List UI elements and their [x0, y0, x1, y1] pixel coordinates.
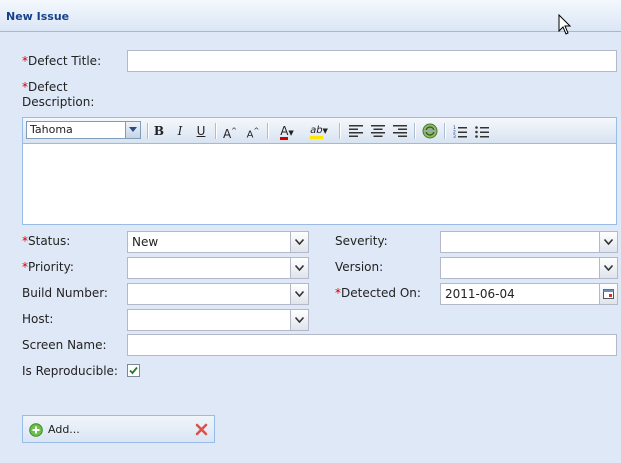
align-right-icon — [393, 125, 407, 137]
chevron-down-icon — [295, 239, 304, 245]
status-label: *Status: — [22, 234, 71, 248]
priority-label: *Priority: — [22, 260, 74, 274]
version-dropdown-trigger[interactable] — [599, 258, 617, 278]
status-select[interactable]: New — [127, 231, 309, 253]
status-dropdown-trigger[interactable] — [290, 232, 308, 252]
severity-label: Severity: — [335, 234, 388, 248]
screen-name-label: Screen Name: — [22, 338, 107, 352]
editor-toolbar: Tahoma B I U A^ A^ A▼ ab▼ 1 2 3 — [23, 118, 616, 144]
align-left-button[interactable] — [347, 122, 365, 140]
build-number-label: Build Number: — [22, 286, 108, 300]
panel-header: New Issue — [0, 0, 621, 35]
chevron-down-icon — [604, 265, 613, 271]
date-picker-trigger[interactable] — [599, 284, 617, 304]
defect-description-label: *Defect Description: — [22, 80, 95, 109]
build-number-select[interactable] — [127, 283, 309, 305]
severity-select[interactable] — [440, 231, 618, 253]
ordered-list-icon: 1 2 3 — [453, 125, 467, 140]
ordered-list-button[interactable]: 1 2 3 — [451, 122, 469, 140]
insert-link-button[interactable] — [421, 122, 439, 140]
detected-on-label: *Detected On: — [335, 286, 421, 300]
highlight-color-button[interactable]: ab▼ — [305, 122, 333, 140]
screen-name-input[interactable] — [127, 334, 617, 356]
panel-title: New Issue — [6, 10, 70, 23]
chevron-down-icon — [604, 239, 613, 245]
is-reproducible-checkbox[interactable] — [127, 364, 140, 377]
host-label: Host: — [22, 312, 54, 326]
version-label: Version: — [335, 260, 384, 274]
delete-icon[interactable] — [195, 423, 208, 436]
grow-font-button[interactable]: A^ — [221, 122, 239, 141]
font-color-button[interactable]: A▼ — [274, 122, 300, 140]
defect-title-input[interactable] — [127, 50, 617, 72]
toolbar-separator — [147, 123, 149, 139]
align-center-icon — [371, 125, 385, 137]
shrink-font-button[interactable]: A^ — [244, 122, 262, 140]
priority-dropdown-trigger[interactable] — [290, 258, 308, 278]
host-select[interactable] — [127, 309, 309, 331]
underline-button[interactable]: U — [192, 122, 210, 140]
highlight-icon: ab — [310, 125, 323, 139]
version-select[interactable] — [440, 257, 618, 279]
defect-title-label: *Defect Title: — [22, 54, 102, 68]
calendar-icon — [603, 289, 614, 299]
toolbar-separator — [339, 123, 341, 139]
chevron-down-icon — [125, 122, 140, 138]
toolbar-separator — [267, 123, 269, 139]
description-editor: Tahoma B I U A^ A^ A▼ ab▼ 1 2 3 — [22, 117, 617, 225]
attachments-panel: Add... — [22, 415, 215, 443]
checkmark-icon — [129, 366, 138, 375]
bold-button[interactable]: B — [150, 122, 168, 140]
priority-select[interactable] — [127, 257, 309, 279]
font-family-select[interactable]: Tahoma — [26, 121, 141, 139]
chevron-down-icon — [295, 317, 304, 323]
bullet-list-button[interactable] — [473, 122, 491, 140]
add-icon — [29, 423, 43, 437]
toolbar-separator — [414, 123, 416, 139]
severity-dropdown-trigger[interactable] — [599, 232, 617, 252]
editor-body[interactable] — [23, 144, 616, 224]
toolbar-separator — [215, 123, 217, 139]
svg-text:3: 3 — [453, 134, 456, 138]
chevron-down-icon — [295, 291, 304, 297]
issue-form: *Defect Title: *Defect Description: Taho… — [0, 32, 621, 463]
toolbar-separator — [444, 123, 446, 139]
is-reproducible-label: Is Reproducible: — [22, 364, 118, 378]
host-dropdown-trigger[interactable] — [290, 310, 308, 330]
detected-on-datefield[interactable]: 2011-06-04 — [440, 283, 618, 305]
link-icon — [422, 123, 438, 139]
align-right-button[interactable] — [391, 122, 409, 140]
build-number-dropdown-trigger[interactable] — [290, 284, 308, 304]
align-left-icon — [349, 125, 363, 137]
align-center-button[interactable] — [369, 122, 387, 140]
italic-button[interactable]: I — [171, 122, 189, 140]
bullet-list-icon — [475, 126, 489, 138]
chevron-down-icon — [295, 265, 304, 271]
